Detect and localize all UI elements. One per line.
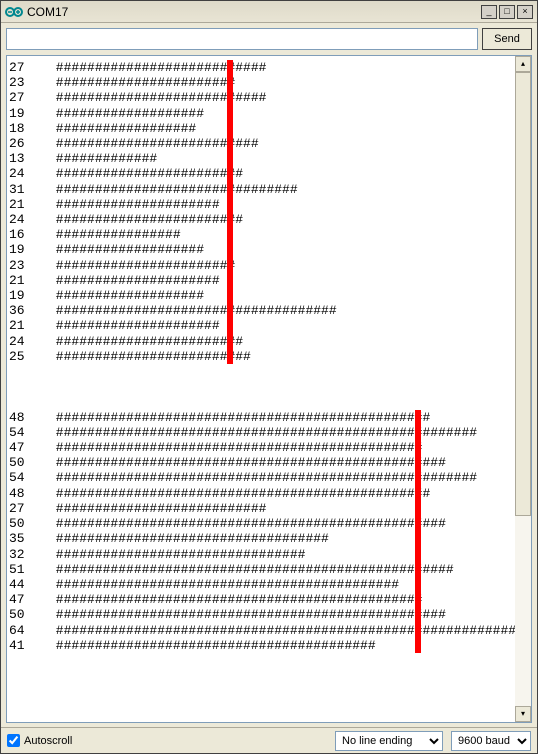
terminal-text: 27 ########################### 23 ######… [9, 60, 513, 653]
window-title: COM17 [27, 5, 481, 19]
serial-monitor-window: COM17 _ □ × Send 27 ####################… [0, 0, 538, 754]
serial-output-panel: 27 ########################### 23 ######… [6, 55, 532, 723]
maximize-button[interactable]: □ [499, 5, 515, 19]
titlebar[interactable]: COM17 _ □ × [1, 1, 537, 23]
baud-rate-select[interactable]: 9600 baud [451, 731, 531, 751]
status-bar: Autoscroll No line ending 9600 baud [1, 727, 537, 753]
scroll-down-button[interactable]: ▾ [515, 706, 531, 722]
arduino-icon [5, 6, 23, 18]
red-marker-bar-1 [227, 60, 233, 364]
serial-output[interactable]: 27 ########################### 23 ######… [7, 56, 515, 722]
serial-input[interactable] [6, 28, 478, 50]
line-ending-select[interactable]: No line ending [335, 731, 443, 751]
window-controls: _ □ × [481, 5, 533, 19]
send-button[interactable]: Send [482, 28, 532, 50]
autoscroll-label: Autoscroll [24, 735, 72, 747]
minimize-button[interactable]: _ [481, 5, 497, 19]
red-marker-bar-2 [415, 410, 421, 653]
send-toolbar: Send [1, 23, 537, 55]
autoscroll-checkbox[interactable]: Autoscroll [7, 734, 327, 747]
vertical-scrollbar[interactable]: ▴ ▾ [515, 56, 531, 722]
scroll-thumb[interactable] [515, 72, 531, 516]
scroll-track[interactable] [515, 72, 531, 706]
close-button[interactable]: × [517, 5, 533, 19]
autoscroll-input[interactable] [7, 734, 20, 747]
scroll-up-button[interactable]: ▴ [515, 56, 531, 72]
